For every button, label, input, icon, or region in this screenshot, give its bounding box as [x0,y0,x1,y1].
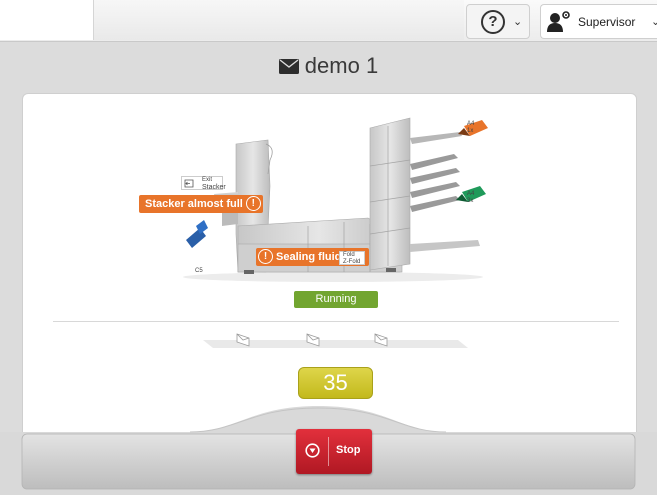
warning-icon: ! [245,196,261,211]
job-title-row: demo 1 [0,42,657,90]
top-bar-center [94,0,464,40]
divider [53,321,619,322]
feeder-2-label: A4 3x [467,191,475,204]
stop-separator [328,437,329,466]
chevron-down-icon: ⌄ [513,16,523,28]
warning-icon: ! [258,249,273,264]
stop-label: Stop [336,444,361,456]
top-bar: ? ⌄ Supervisor ⌄ [0,0,657,42]
stop-icon [305,443,320,458]
exit-icon [184,179,194,188]
stacker-warning[interactable]: Stacker almost full ! [139,195,263,213]
chevron-down-icon: ⌄ [651,16,657,28]
help-button[interactable]: ? ⌄ [466,4,530,39]
envelope-icon [278,58,299,74]
fold-label[interactable]: Fold Z-Fold [339,251,365,265]
job-title: demo 1 [304,53,379,78]
help-circle-icon: ? [481,10,505,34]
user-role-label: Supervisor [578,15,636,29]
home-tab[interactable] [0,0,94,40]
stacker-warning-label: Stacker almost full [145,198,243,210]
user-menu-button[interactable]: Supervisor ⌄ [540,4,657,39]
status-badge: Running [294,291,378,308]
user-settings-icon [547,11,570,32]
piece-counter: 35 [298,367,373,399]
job-panel: A4 1x A4 3x C5 Exit Stacker Stacker almo… [22,93,637,441]
envelope-output-label: C5 [195,268,203,274]
feeder-1-label: A4 1x [467,121,475,134]
stop-button[interactable]: Stop [296,429,372,474]
document-flow-track [203,333,468,348]
